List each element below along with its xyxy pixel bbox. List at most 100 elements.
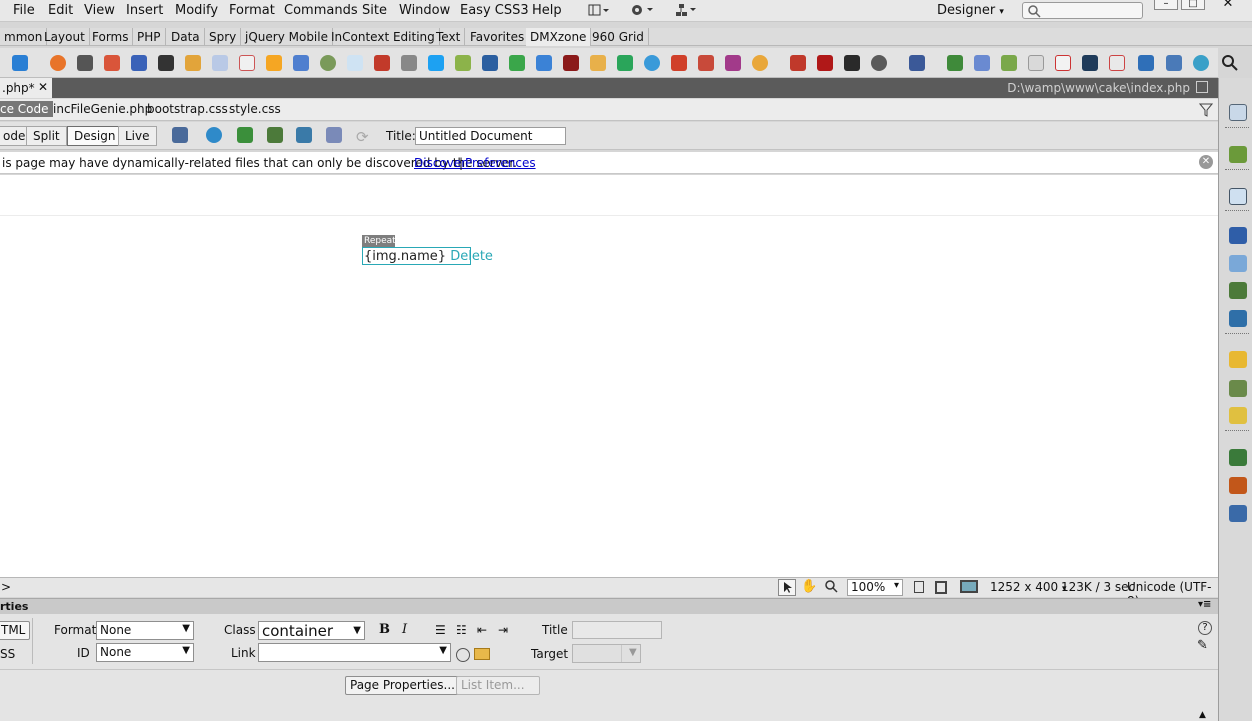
dmx-widget-icon-39[interactable] — [1082, 55, 1098, 71]
snippets-icon[interactable] — [1229, 282, 1247, 299]
visual-aids-icon[interactable] — [326, 127, 342, 143]
list-item-button[interactable]: List Item... — [456, 676, 540, 695]
dmx-widget-icon-5[interactable] — [131, 55, 147, 71]
ap-elements-icon[interactable] — [1229, 227, 1247, 244]
file-management-icon[interactable] — [237, 127, 253, 143]
menu-file[interactable]: File — [13, 3, 35, 18]
dmx-widget-icon-26[interactable] — [698, 55, 714, 71]
menu-modify[interactable]: Modify — [175, 3, 218, 18]
design-canvas[interactable]: Repeat {img.name} Delete — [0, 175, 1218, 577]
dmx-widget-icon-35[interactable] — [974, 55, 990, 71]
restore-document-icon[interactable] — [1196, 81, 1208, 93]
dmx-widget-icon-13[interactable] — [347, 55, 363, 71]
document-title-input[interactable]: Untitled Document — [415, 127, 566, 145]
dmx-widget-icon-10[interactable] — [266, 55, 282, 71]
dmx-widget-icon-4[interactable] — [104, 55, 120, 71]
target-select[interactable]: ▼ — [572, 644, 641, 663]
html-mode-button[interactable]: TML — [0, 621, 31, 640]
facebook-icon[interactable] — [909, 55, 925, 71]
dmx-widget-icon-15[interactable] — [401, 55, 417, 71]
related-incfilegenie[interactable]: incFileGenie.php — [53, 102, 152, 116]
rss-icon[interactable] — [536, 55, 552, 71]
dmx-widget-icon-18[interactable] — [482, 55, 498, 71]
files-icon[interactable] — [1229, 449, 1247, 466]
databases-icon[interactable] — [1229, 351, 1247, 368]
dmx-widget-icon-24[interactable] — [644, 55, 660, 71]
multiscreen-icon[interactable] — [172, 127, 188, 143]
tab-forms[interactable]: Forms — [88, 28, 134, 46]
tab-layout[interactable]: Layout — [40, 28, 90, 46]
img-name-binding[interactable]: {img.name} — [364, 249, 446, 264]
live-view-button[interactable]: Live — [118, 126, 157, 146]
repeat-region-tag[interactable]: Repeat — [362, 235, 396, 247]
split-view-button[interactable]: Split — [26, 126, 67, 146]
tab-960-grid[interactable]: 960 Grid — [588, 28, 649, 46]
dmx-widget-icon-8[interactable] — [212, 55, 228, 71]
dmx-widget-icon-7[interactable] — [185, 55, 201, 71]
dmx-widget-icon-37[interactable] — [1028, 55, 1044, 71]
close-icon[interactable]: ✕ — [1199, 155, 1213, 169]
fullscreen-icon[interactable] — [1138, 55, 1154, 71]
related-style-css[interactable]: style.css — [229, 102, 281, 116]
dmx-widget-icon-9[interactable] — [239, 55, 255, 71]
dmx-widget-icon-23[interactable] — [617, 55, 633, 71]
dmx-widget-icon-21[interactable] — [563, 55, 579, 71]
dmx-widget-icon-34[interactable] — [947, 55, 963, 71]
dmx-widget-icon-30[interactable] — [817, 55, 833, 71]
code-inspector-icon[interactable] — [1229, 310, 1247, 327]
site-map-icon[interactable] — [675, 3, 697, 18]
twitter-icon[interactable] — [428, 55, 444, 71]
server-behaviors-icon[interactable] — [1229, 380, 1247, 397]
dmx-widget-icon-3[interactable] — [77, 55, 93, 71]
menu-site[interactable]: Site — [362, 3, 387, 18]
preview-in-browser-icon[interactable] — [206, 127, 222, 143]
toolbox-icon[interactable] — [1229, 477, 1247, 494]
related-source-code[interactable]: ce Code — [0, 101, 53, 117]
history-icon[interactable] — [1229, 505, 1247, 522]
dmx-widget-icon-40[interactable] — [1109, 55, 1125, 71]
design-view-button[interactable]: Design — [67, 126, 123, 146]
zoom-select[interactable]: 100% ▾ — [847, 579, 903, 596]
filter-icon[interactable] — [1198, 103, 1214, 117]
help-icon[interactable]: ? — [1198, 621, 1212, 635]
menu-easy-css3[interactable]: Easy CSS3 — [460, 3, 529, 18]
chart-icon[interactable] — [509, 55, 525, 71]
help-search-input[interactable] — [1022, 2, 1143, 19]
tab-jquery-mobile[interactable]: jQuery Mobile — [241, 28, 333, 46]
search-icon[interactable] — [1221, 54, 1239, 72]
bold-button[interactable]: B — [379, 622, 390, 637]
delete-link[interactable]: Delete — [450, 249, 493, 264]
tab-dmxzone[interactable]: DMXzone — [526, 28, 592, 46]
behaviors-icon[interactable] — [1229, 407, 1247, 424]
dmx-widget-icon-1[interactable] — [12, 55, 28, 71]
menu-insert[interactable]: Insert — [126, 3, 163, 18]
id-select[interactable]: None ▼ — [96, 643, 194, 662]
indent-icon[interactable]: ⇥ — [498, 623, 508, 637]
menu-edit[interactable]: Edit — [48, 3, 73, 18]
tab-favorites[interactable]: Favorites — [466, 28, 530, 46]
preferences-link[interactable]: Preferences — [465, 156, 536, 170]
dmx-widget-icon-17[interactable] — [455, 55, 471, 71]
desktop-size-icon[interactable] — [960, 580, 978, 593]
dmx-widget-icon-12[interactable] — [320, 55, 336, 71]
tab-php[interactable]: PHP — [133, 28, 166, 46]
document-tab[interactable]: .php* ✕ — [0, 78, 52, 98]
dmx-widget-icon-28[interactable] — [752, 55, 768, 71]
css-mode-button[interactable]: SS — [0, 647, 15, 661]
layout-switcher-icon[interactable] — [588, 4, 610, 17]
workspace-switcher[interactable]: Designer ▾ — [937, 3, 1004, 18]
tab-data[interactable]: Data — [167, 28, 205, 46]
dmx-widget-icon-11[interactable] — [293, 55, 309, 71]
dmx-widget-icon-42[interactable] — [1166, 55, 1182, 71]
quick-tag-editor-icon[interactable]: ✎ — [1197, 638, 1208, 653]
close-icon[interactable]: ✕ — [38, 80, 48, 94]
dmx-widget-icon-29[interactable] — [790, 55, 806, 71]
insert-panel-icon[interactable] — [1229, 104, 1247, 121]
properties-panel-header[interactable]: rties ▾≡ — [0, 598, 1218, 614]
dmx-widget-icon-6[interactable] — [158, 55, 174, 71]
link-input[interactable]: ▼ — [258, 643, 451, 662]
maximize-button[interactable]: □ — [1181, 0, 1205, 10]
close-window-button[interactable]: ✕ — [1208, 0, 1248, 10]
dmx-widget-icon-22[interactable] — [590, 55, 606, 71]
page-properties-button[interactable]: Page Properties... — [345, 676, 460, 695]
